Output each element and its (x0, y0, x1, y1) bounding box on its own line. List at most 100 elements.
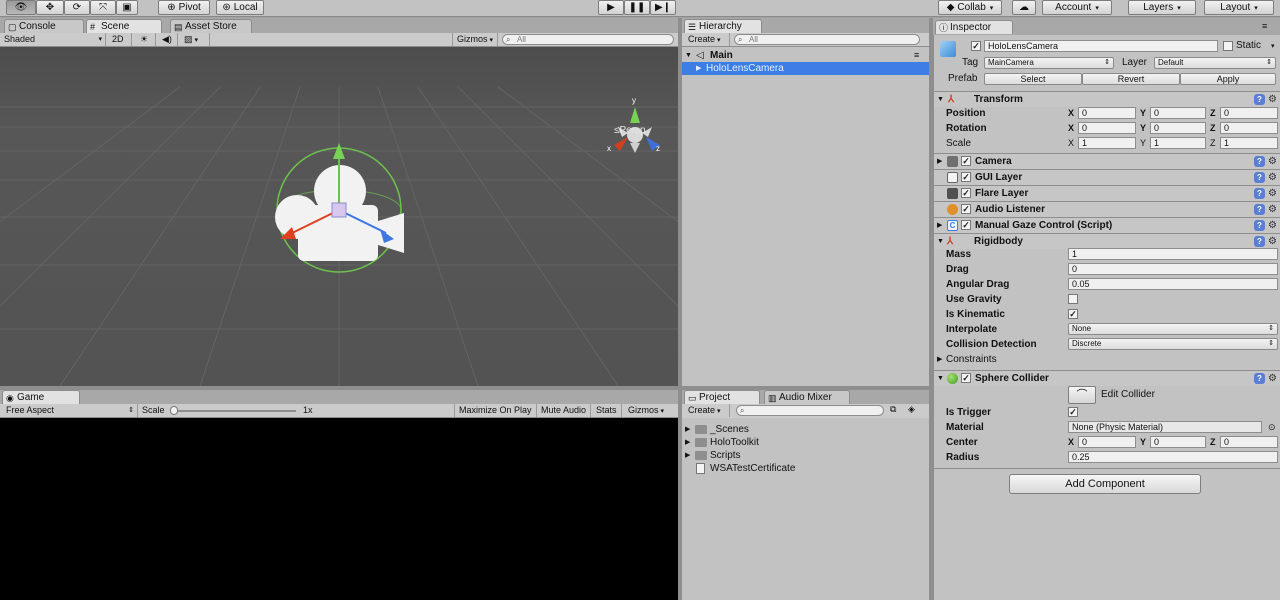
tab-audio-mixer[interactable]: ▥ Audio Mixer (764, 390, 850, 404)
gui-layer-component-header[interactable]: ✓ GUI Layer ? ⚙ (934, 169, 1280, 185)
help-icon[interactable]: ? (1254, 204, 1265, 215)
static-checkbox[interactable] (1223, 41, 1233, 51)
gear-icon[interactable]: ⚙ (1268, 218, 1277, 233)
constraints-row[interactable]: ▶ Constraints (934, 352, 1280, 367)
game-view[interactable] (0, 418, 678, 600)
position-x-field[interactable]: 0 (1078, 107, 1136, 119)
camera-component-header[interactable]: ▶ ✓ Camera ? ⚙ (934, 153, 1280, 169)
mode-2d-toggle[interactable]: 2D (108, 33, 132, 46)
project-item-scripts[interactable]: ▶ Scripts (682, 449, 929, 462)
inspector-menu-icon[interactable]: ≡ (1262, 21, 1267, 31)
tab-game[interactable]: ◉ Game (2, 390, 80, 404)
filter-label-icon[interactable]: ◈ (908, 404, 915, 415)
flare-layer-enabled-checkbox[interactable]: ✓ (961, 188, 971, 198)
gear-icon[interactable]: ⚙ (1268, 202, 1277, 217)
move-tool-button[interactable]: ✥ (36, 0, 64, 15)
radius-field[interactable]: 0.25 (1068, 451, 1278, 463)
prefab-apply-button[interactable]: Apply (1180, 73, 1276, 85)
account-dropdown[interactable]: Account ▾ (1042, 0, 1112, 15)
gear-icon[interactable]: ⚙ (1268, 154, 1277, 169)
tab-project[interactable]: ▭ Project (684, 390, 760, 404)
game-gizmos-dropdown[interactable]: Gizmos ▾ (624, 404, 668, 417)
add-component-button[interactable]: Add Component (1009, 474, 1201, 494)
help-icon[interactable]: ? (1254, 220, 1265, 231)
transform-header[interactable]: ▼ ⅄ Transform ? ⚙ (934, 91, 1280, 107)
hierarchy-create-dropdown[interactable]: Create ▾ (684, 33, 730, 46)
tab-console[interactable]: ▢ Console (4, 19, 84, 33)
camera-enabled-checkbox[interactable]: ✓ (961, 156, 971, 166)
angular-drag-field[interactable]: 0.05 (1068, 278, 1278, 290)
help-icon[interactable]: ? (1254, 156, 1265, 167)
scale-slider-thumb[interactable] (170, 406, 178, 415)
mute-audio-toggle[interactable]: Mute Audio (537, 404, 592, 417)
tag-dropdown[interactable]: MainCamera ⇕ (984, 57, 1114, 69)
project-item-wsatestcertificate[interactable]: WSATestCertificate (682, 462, 929, 475)
sphere-collider-component-header[interactable]: ▼ ✓ Sphere Collider ? ⚙ (934, 370, 1280, 386)
scene-row-main[interactable]: ▼ ◁ Main ≡ (682, 49, 929, 62)
center-y-field[interactable]: 0 (1150, 436, 1206, 448)
scene-view[interactable]: x z y ≤Persp (0, 47, 678, 386)
audio-listener-component-header[interactable]: ✓ Audio Listener ? ⚙ (934, 201, 1280, 217)
tab-hierarchy[interactable]: ☰ Hierarchy (684, 19, 762, 33)
rect-tool-button[interactable]: ▣ (116, 0, 138, 15)
filter-type-icon[interactable]: ⧉ (890, 404, 896, 415)
center-z-field[interactable]: 0 (1220, 436, 1278, 448)
position-z-field[interactable]: 0 (1220, 107, 1278, 119)
scale-slider-track[interactable] (172, 410, 296, 412)
persp-label[interactable]: ≤Persp (614, 125, 646, 136)
active-checkbox[interactable]: ✓ (971, 41, 981, 51)
view-tool-button[interactable]: 👁 (6, 0, 36, 15)
tab-inspector[interactable]: ⓘ Inspector (935, 20, 1013, 34)
scale-z-field[interactable]: 1 (1220, 137, 1278, 149)
lighting-toggle[interactable]: ☀ (136, 33, 156, 46)
scale-tool-button[interactable]: ⤧ (90, 0, 116, 15)
rotation-x-field[interactable]: 0 (1078, 122, 1136, 134)
prefab-select-button[interactable]: Select (984, 73, 1082, 85)
prefab-revert-button[interactable]: Revert (1082, 73, 1180, 85)
drag-field[interactable]: 0 (1068, 263, 1278, 275)
project-search-input[interactable]: ⌕ (736, 405, 884, 416)
pause-button[interactable]: ❚❚ (624, 0, 650, 15)
chevron-down-icon[interactable]: ▾ (1271, 42, 1275, 50)
gear-icon[interactable]: ⚙ (1268, 186, 1277, 201)
gear-icon[interactable]: ⚙ (1268, 371, 1277, 386)
flare-layer-component-header[interactable]: ✓ Flare Layer ? ⚙ (934, 185, 1280, 201)
aspect-dropdown[interactable]: Free Aspect ⇕ (2, 404, 138, 417)
tab-asset-store[interactable]: ▤ Asset Store (170, 19, 252, 33)
layout-dropdown[interactable]: Layout ▾ (1204, 0, 1274, 15)
hierarchy-search-input[interactable]: ⌕ All (734, 34, 920, 45)
audio-listener-enabled-checkbox[interactable]: ✓ (961, 204, 971, 214)
maximize-on-play-toggle[interactable]: Maximize On Play (454, 404, 537, 417)
material-field[interactable]: None (Physic Material) (1068, 421, 1262, 433)
layers-dropdown[interactable]: Layers ▾ (1128, 0, 1196, 15)
gear-icon[interactable]: ⚙ (1268, 170, 1277, 185)
help-icon[interactable]: ? (1254, 236, 1265, 247)
gui-layer-enabled-checkbox[interactable]: ✓ (961, 172, 971, 182)
help-icon[interactable]: ? (1254, 188, 1265, 199)
help-icon[interactable]: ? (1254, 172, 1265, 183)
is-kinematic-checkbox[interactable]: ✓ (1068, 309, 1078, 319)
shading-dropdown[interactable]: Shaded ▾ (0, 33, 106, 46)
rotation-y-field[interactable]: 0 (1150, 122, 1206, 134)
is-trigger-checkbox[interactable]: ✓ (1068, 407, 1078, 417)
manual-gaze-control-component-header[interactable]: ▶ C ✓ Manual Gaze Control (Script) ? ⚙ (934, 217, 1280, 233)
step-button[interactable]: ▶❙ (650, 0, 676, 15)
rotation-z-field[interactable]: 0 (1220, 122, 1278, 134)
menu-icon[interactable]: ≡ (914, 49, 919, 62)
project-create-dropdown[interactable]: Create ▾ (684, 404, 730, 417)
collab-dropdown[interactable]: ◆ Collab ▾ (938, 0, 1002, 15)
local-toggle[interactable]: ⊛ Local (216, 0, 264, 15)
scale-x-field[interactable]: 1 (1078, 137, 1136, 149)
sphere-collider-enabled-checkbox[interactable]: ✓ (961, 373, 971, 383)
mass-field[interactable]: 1 (1068, 248, 1278, 260)
scene-search-input[interactable]: ⌕ All (502, 34, 674, 45)
pivot-toggle[interactable]: ⊕ Pivot (158, 0, 210, 15)
project-item-scenes[interactable]: ▶ _Scenes (682, 423, 929, 436)
project-item-holotoolkit[interactable]: ▶ HoloToolkit (682, 436, 929, 449)
play-button[interactable]: ▶ (598, 0, 624, 15)
tab-scene[interactable]: # Scene (86, 19, 162, 33)
collision-detection-dropdown[interactable]: Discrete ⇕ (1068, 338, 1278, 350)
position-y-field[interactable]: 0 (1150, 107, 1206, 119)
rotate-tool-button[interactable]: ⟳ (64, 0, 90, 15)
effects-dropdown[interactable]: ▨ ▾ (180, 33, 210, 46)
